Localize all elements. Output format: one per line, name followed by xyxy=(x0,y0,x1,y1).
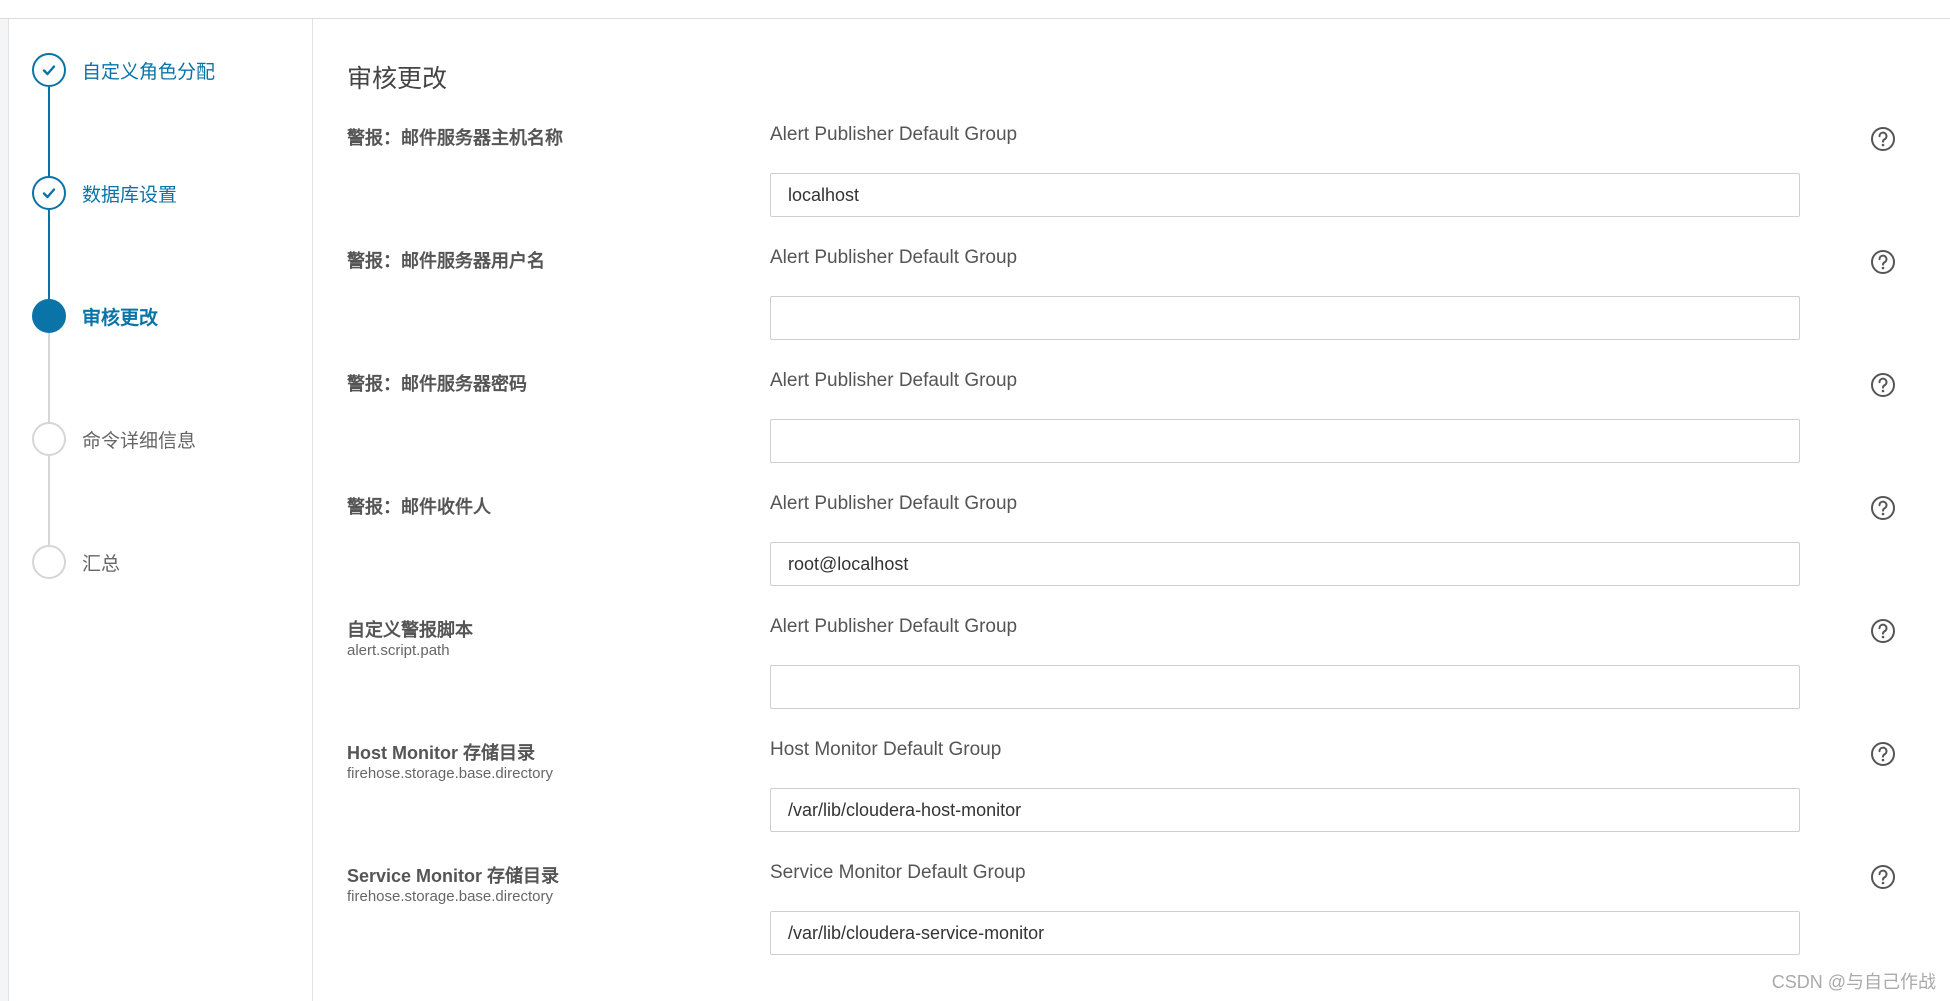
pending-step-circle-icon xyxy=(32,545,66,579)
service-monitor-storage-dir-input[interactable] xyxy=(770,911,1800,955)
config-row: 警报：邮件服务器密码 Alert Publisher Default Group xyxy=(314,370,1950,470)
help-icon[interactable] xyxy=(1870,372,1896,398)
property-name: Host Monitor 存储目录 xyxy=(347,743,535,763)
mail-server-username-input[interactable] xyxy=(770,296,1800,340)
step-connector-2 xyxy=(48,210,50,299)
left-edge xyxy=(0,19,9,1001)
step-label: 汇总 xyxy=(82,553,121,575)
property-key: firehose.storage.base.directory xyxy=(347,765,553,782)
pending-step-circle-icon xyxy=(32,422,66,456)
watermark: CSDN @与自己作战 xyxy=(1771,972,1936,992)
role-group-label: Alert Publisher Default Group xyxy=(770,493,1018,514)
config-row: Service Monitor 存储目录 firehose.storage.ba… xyxy=(314,862,1950,962)
help-icon[interactable] xyxy=(1870,864,1896,890)
step-database-settings[interactable]: 数据库设置 xyxy=(32,176,177,210)
step-command-details: 命令详细信息 xyxy=(32,422,196,456)
role-group-label: Alert Publisher Default Group xyxy=(770,616,1018,637)
step-label: 命令详细信息 xyxy=(82,430,197,452)
active-step-dot-icon xyxy=(32,299,66,333)
property-name: Service Monitor 存储目录 xyxy=(347,866,560,886)
config-row: 警报：邮件服务器主机名称 Alert Publisher Default Gro… xyxy=(314,124,1950,224)
step-label: 审核更改 xyxy=(82,307,159,329)
check-icon xyxy=(32,53,66,87)
step-connector-1 xyxy=(48,87,50,176)
config-row: Host Monitor 存储目录 firehose.storage.base.… xyxy=(314,739,1950,839)
property-name: 警报：邮件服务器密码 xyxy=(347,374,527,394)
role-group-label: Alert Publisher Default Group xyxy=(770,124,1018,145)
help-icon[interactable] xyxy=(1870,126,1896,152)
step-label: 自定义角色分配 xyxy=(82,61,216,83)
property-name: 警报：邮件收件人 xyxy=(347,497,491,517)
role-group-label: Alert Publisher Default Group xyxy=(770,247,1018,268)
top-bar xyxy=(0,0,1950,19)
mail-recipients-input[interactable] xyxy=(770,542,1800,586)
help-icon[interactable] xyxy=(1870,618,1896,644)
step-summary: 汇总 xyxy=(32,545,120,579)
mail-server-host-input[interactable] xyxy=(770,173,1800,217)
config-row: 警报：邮件收件人 Alert Publisher Default Group xyxy=(314,493,1950,593)
config-row: 自定义警报脚本 alert.script.path Alert Publishe… xyxy=(314,616,1950,716)
page-title: 审核更改 xyxy=(347,65,448,93)
step-connector-4 xyxy=(48,456,50,545)
check-icon xyxy=(32,176,66,210)
step-label: 数据库设置 xyxy=(82,184,178,206)
property-key: alert.script.path xyxy=(347,642,450,659)
main-content: 审核更改 警报：邮件服务器主机名称 Alert Publisher Defaul… xyxy=(314,19,1950,1001)
host-monitor-storage-dir-input[interactable] xyxy=(770,788,1800,832)
config-row: 警报：邮件服务器用户名 Alert Publisher Default Grou… xyxy=(314,247,1950,347)
step-custom-role-assignment[interactable]: 自定义角色分配 xyxy=(32,53,215,87)
wizard-sidebar: 自定义角色分配 数据库设置 审核更改 命令详细信息 汇总 xyxy=(10,19,313,1001)
help-icon[interactable] xyxy=(1870,249,1896,275)
property-name: 警报：邮件服务器用户名 xyxy=(347,251,545,271)
property-key: firehose.storage.base.directory xyxy=(347,888,553,905)
help-icon[interactable] xyxy=(1870,495,1896,521)
help-icon[interactable] xyxy=(1870,741,1896,767)
role-group-label: Alert Publisher Default Group xyxy=(770,370,1018,391)
role-group-label: Host Monitor Default Group xyxy=(770,739,1002,760)
mail-server-password-input[interactable] xyxy=(770,419,1800,463)
property-name: 自定义警报脚本 xyxy=(347,620,473,640)
property-name: 警报：邮件服务器主机名称 xyxy=(347,128,563,148)
step-review-changes[interactable]: 审核更改 xyxy=(32,299,158,333)
alert-script-path-input[interactable] xyxy=(770,665,1800,709)
role-group-label: Service Monitor Default Group xyxy=(770,862,1026,883)
step-connector-3 xyxy=(48,333,50,422)
